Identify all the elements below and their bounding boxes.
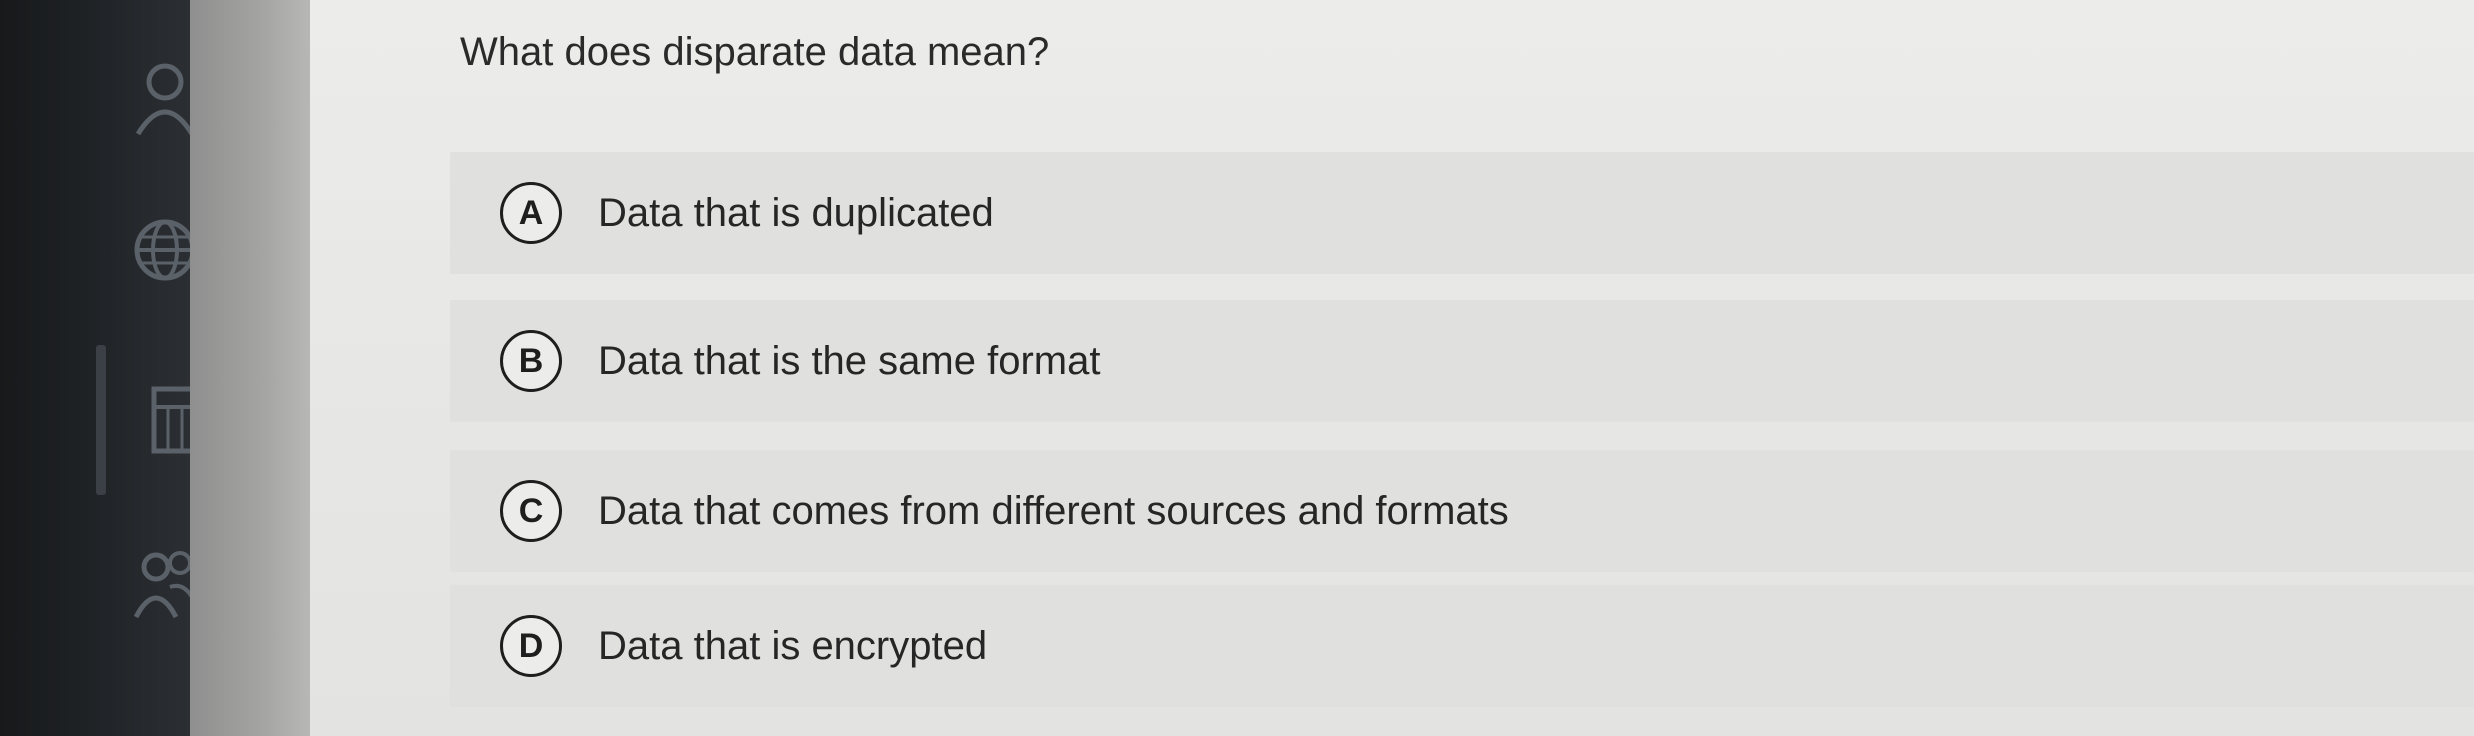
option-label: Data that comes from different sources a… xyxy=(598,488,1509,533)
content-gutter xyxy=(190,0,310,736)
sidebar xyxy=(0,0,199,736)
answer-option-c[interactable]: C Data that comes from different sources… xyxy=(450,450,2474,572)
option-letter-badge: A xyxy=(500,182,562,244)
sidebar-divider xyxy=(96,345,106,495)
option-letter-badge: C xyxy=(500,480,562,542)
quiz-panel: What does disparate data mean? A Data th… xyxy=(310,0,2474,736)
option-label: Data that is encrypted xyxy=(598,623,988,668)
answer-option-d[interactable]: D Data that is encrypted xyxy=(450,585,2474,707)
question-text: What does disparate data mean? xyxy=(460,30,1050,74)
option-letter-badge: D xyxy=(500,615,562,677)
option-letter-badge: B xyxy=(500,330,562,392)
answer-option-b[interactable]: B Data that is the same format xyxy=(450,300,2474,422)
answer-option-a[interactable]: A Data that is duplicated xyxy=(450,152,2474,274)
option-label: Data that is duplicated xyxy=(598,190,994,235)
option-label: Data that is the same format xyxy=(598,338,1101,383)
